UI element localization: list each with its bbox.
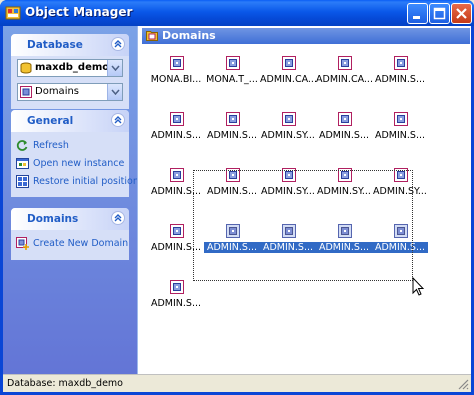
chevron-up-icon	[114, 40, 122, 48]
domain-item[interactable]: ADMIN.SY...	[260, 105, 316, 153]
domain-item[interactable]: ADMIN.S...	[316, 105, 372, 153]
domain-icon	[394, 56, 408, 70]
status-bar: Database: maxdb_demo	[3, 374, 471, 392]
domain-icon	[170, 56, 184, 70]
domain-item[interactable]: MONA.BI...	[148, 49, 204, 97]
folder-icon	[146, 31, 158, 41]
status-text: Database: maxdb_demo	[7, 378, 123, 389]
domain-icon	[338, 56, 352, 70]
chevron-up-icon	[114, 214, 122, 222]
domains-panel-header[interactable]: Domains	[11, 208, 129, 230]
chevron-down-icon	[111, 89, 120, 95]
general-panel-header[interactable]: General	[11, 110, 129, 132]
create-domain-icon	[16, 237, 29, 250]
chevron-down-icon	[111, 65, 120, 71]
resize-grip-icon[interactable]	[457, 378, 469, 390]
object-type-select[interactable]: Domains	[17, 83, 123, 101]
domain-icon	[338, 112, 352, 126]
domain-item[interactable]: ADMIN.S...	[204, 105, 260, 153]
selection-marquee	[193, 170, 413, 281]
maximize-button[interactable]	[429, 3, 450, 24]
domain-item-label: ADMIN.SY...	[261, 130, 315, 141]
database-panel-title: Database	[27, 39, 83, 51]
create-new-domain-label: Create New Domain	[33, 238, 129, 249]
restore-initial-position-label: Restore initial position	[33, 176, 139, 187]
object-manager-window: Object Manager Database maxdb_demo Domai…	[0, 0, 474, 395]
domain-item-label: ADMIN.S...	[206, 130, 258, 141]
open-new-instance-label: Open new instance	[33, 158, 125, 169]
collapse-domains-button[interactable]	[111, 211, 125, 225]
general-panel-title: General	[27, 115, 74, 127]
collapse-database-button[interactable]	[111, 37, 125, 51]
domain-icon	[282, 56, 296, 70]
minimize-button[interactable]	[407, 3, 428, 24]
content-header: Domains	[142, 28, 470, 44]
domain-icon	[226, 56, 240, 70]
domain-icon	[282, 112, 296, 126]
object-type-dropdown-arrow[interactable]	[107, 84, 122, 100]
domain-item-label: ADMIN.S...	[318, 130, 370, 141]
domain-item-label: MONA.T_...	[206, 74, 258, 85]
domain-item-label: ADMIN.S...	[150, 298, 202, 309]
domain-item-label: ADMIN.S...	[374, 130, 426, 141]
domain-item-label: ADMIN.CA...	[260, 74, 317, 85]
domain-item[interactable]: ADMIN.CA...	[260, 49, 317, 97]
domain-icon	[394, 112, 408, 126]
new-instance-icon	[16, 158, 29, 169]
database-icon	[20, 62, 32, 74]
connection-dropdown-arrow[interactable]	[107, 60, 122, 76]
refresh-label: Refresh	[33, 140, 69, 151]
domain-icon	[170, 168, 184, 182]
database-panel-header[interactable]: Database	[11, 34, 129, 56]
domain-icon	[170, 280, 184, 294]
domain-icon	[170, 112, 184, 126]
chevron-up-icon	[114, 116, 122, 124]
close-button[interactable]	[451, 3, 472, 24]
title-bar[interactable]: Object Manager	[0, 0, 474, 26]
domain-icon	[20, 86, 32, 98]
domain-item[interactable]: ADMIN.CA...	[316, 49, 373, 97]
collapse-general-button[interactable]	[111, 113, 125, 127]
domains-panel-title: Domains	[27, 213, 79, 225]
domain-item-label: ADMIN.S...	[374, 74, 426, 85]
object-type-value: Domains	[35, 86, 80, 97]
connection-value: maxdb_demo	[35, 62, 110, 73]
domain-item[interactable]: MONA.T_...	[204, 49, 260, 97]
restore-position-icon	[16, 175, 29, 188]
domain-item-label: MONA.BI...	[150, 74, 202, 85]
domain-item-label: ADMIN.S...	[150, 130, 202, 141]
refresh-icon	[16, 140, 28, 151]
connection-select[interactable]: maxdb_demo	[17, 59, 123, 77]
navigation-pane: Database maxdb_demo Domains General Refr…	[3, 26, 139, 374]
database-panel: Database maxdb_demo Domains	[11, 34, 129, 109]
domain-item-label: ADMIN.CA...	[316, 74, 373, 85]
content-header-title: Domains	[162, 29, 216, 42]
domains-panel: Domains Create New Domain	[11, 208, 129, 260]
domain-item[interactable]: ADMIN.S...	[372, 105, 428, 153]
domain-icon	[226, 112, 240, 126]
mouse-cursor-icon	[412, 277, 425, 296]
general-panel: General Refresh Open new instance Restor…	[11, 110, 139, 197]
domain-item[interactable]: ADMIN.S...	[148, 105, 204, 153]
domain-item[interactable]: ADMIN.S...	[372, 49, 428, 97]
domain-icon	[170, 224, 184, 238]
window-title: Object Manager	[25, 5, 133, 19]
app-icon	[5, 6, 21, 20]
